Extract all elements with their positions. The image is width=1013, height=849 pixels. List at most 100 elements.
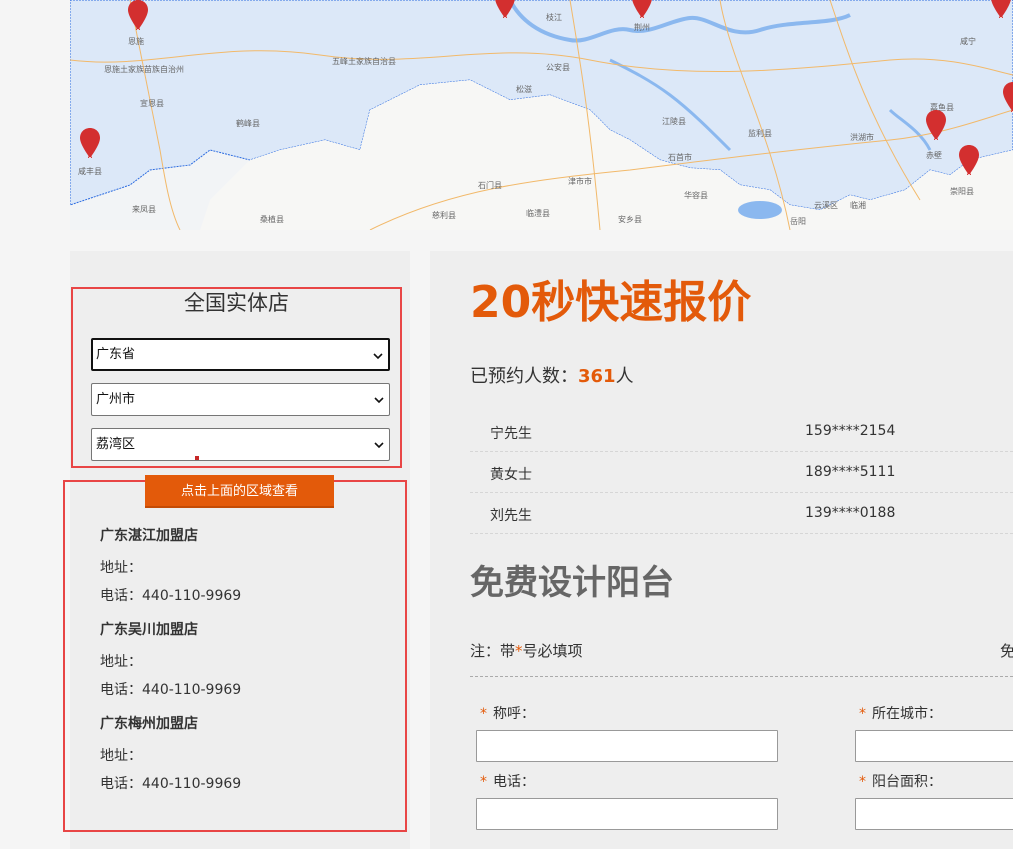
name-input[interactable] bbox=[476, 730, 778, 762]
quote-panel: 20秒快速报价 已预约人数：361人 宁先生 159****2154 黄女士 1… bbox=[430, 251, 1013, 849]
map-pin-icon[interactable] bbox=[80, 128, 100, 158]
map-label: 华容县 bbox=[684, 191, 708, 200]
note-suffix: 号必填项 bbox=[522, 642, 583, 660]
city-label-text: 所在城市： bbox=[872, 706, 942, 722]
store-panel: 全国实体店 广东省 广州市 荔湾区 点击上面的区域查看 广东湛江加盟店 地址： … bbox=[63, 251, 410, 849]
shop-item[interactable]: 广东梅州加盟店 地址： 电话：440-110-9969 bbox=[100, 714, 241, 798]
required-star: * bbox=[480, 774, 487, 790]
shop-address: 地址： bbox=[100, 560, 142, 576]
map-label: 咸宁 bbox=[960, 37, 976, 46]
name-label: * 称呼： bbox=[480, 703, 535, 723]
map-label: 赤壁 bbox=[926, 151, 942, 160]
map-label: 洪湖市 bbox=[850, 133, 874, 142]
map-label: 临湘 bbox=[850, 201, 866, 210]
map-view[interactable]: 恩施 恩施土家族苗族自治州 五峰土家族自治县 宣恩县 鹤峰县 咸丰县 来凤县 桑… bbox=[70, 0, 1013, 230]
map-label: 石首市 bbox=[668, 153, 692, 162]
chevron-down-icon bbox=[373, 353, 383, 360]
map-label: 恩施 bbox=[128, 37, 144, 46]
map-pin-icon[interactable] bbox=[926, 110, 946, 140]
map-pin-icon[interactable] bbox=[128, 0, 148, 30]
note-right: 免 bbox=[1000, 642, 1013, 660]
map-label: 鹤峰县 bbox=[236, 119, 260, 128]
map-terrain bbox=[70, 0, 1013, 230]
quote-title: 20秒快速报价 bbox=[470, 277, 752, 328]
shop-item[interactable]: 广东湛江加盟店 地址： 电话：440-110-9969 bbox=[100, 526, 241, 610]
map-label: 津市市 bbox=[568, 177, 592, 186]
map-label: 枝江 bbox=[546, 13, 562, 22]
map-label: 石门县 bbox=[478, 181, 502, 190]
map-label: 桑植县 bbox=[260, 215, 284, 224]
booking-name: 宁先生 bbox=[490, 426, 532, 442]
view-region-button[interactable]: 点击上面的区域查看 bbox=[145, 475, 334, 508]
map-label: 荆州 bbox=[634, 23, 650, 32]
map-pin-icon[interactable] bbox=[991, 0, 1011, 18]
map-label: 云溪区 bbox=[814, 201, 838, 210]
booked-count: 已预约人数：361人 bbox=[470, 362, 634, 388]
note-prefix: 注：带 bbox=[470, 642, 516, 660]
map-label: 监利县 bbox=[748, 129, 772, 138]
required-star: * bbox=[859, 774, 866, 790]
shop-phone: 电话：440-110-9969 bbox=[100, 682, 242, 698]
map-pin-icon[interactable] bbox=[495, 0, 515, 18]
booking-row: 宁先生 159****2154 bbox=[470, 411, 1013, 452]
district-value: 荔湾区 bbox=[96, 437, 136, 452]
phone-label-text: 电话： bbox=[493, 774, 535, 790]
city-select[interactable]: 广州市 bbox=[91, 383, 390, 416]
map-pin-icon[interactable] bbox=[1003, 82, 1013, 112]
shop-phone: 电话：440-110-9969 bbox=[100, 776, 242, 792]
booked-number: 361 bbox=[578, 366, 616, 387]
chevron-down-icon bbox=[374, 397, 384, 404]
required-note: 注：带*号必填项 bbox=[470, 640, 583, 661]
city-value: 广州市 bbox=[96, 392, 136, 407]
map-label: 咸丰县 bbox=[78, 167, 102, 176]
area-label: * 阳台面积： bbox=[859, 771, 942, 791]
map-label: 江陵县 bbox=[662, 117, 686, 126]
map-label: 来凤县 bbox=[132, 205, 156, 214]
note-star: * bbox=[515, 642, 523, 660]
map-label: 五峰土家族自治县 bbox=[332, 57, 396, 66]
booking-phone: 139****0188 bbox=[805, 505, 896, 521]
store-title: 全国实体店 bbox=[184, 291, 289, 315]
booked-suffix: 人 bbox=[615, 366, 634, 387]
city-label: * 所在城市： bbox=[859, 703, 942, 723]
design-title: 免费设计阳台 bbox=[470, 563, 674, 603]
district-select[interactable]: 荔湾区 bbox=[91, 428, 390, 461]
shop-address: 地址： bbox=[100, 654, 142, 670]
map-label: 松滋 bbox=[516, 85, 532, 94]
booking-name: 刘先生 bbox=[490, 508, 532, 524]
map-pin-icon[interactable] bbox=[959, 145, 979, 175]
map-label: 恩施土家族苗族自治州 bbox=[104, 65, 184, 74]
chevron-down-icon bbox=[374, 442, 384, 449]
shop-item[interactable]: 广东吴川加盟店 地址： 电话：440-110-9969 bbox=[100, 620, 241, 704]
map-label: 安乡县 bbox=[618, 215, 642, 224]
shop-phone: 电话：440-110-9969 bbox=[100, 588, 242, 604]
booking-phone: 189****5111 bbox=[805, 464, 896, 480]
shop-list: 点击上面的区域查看 广东湛江加盟店 地址： 电话：440-110-9969 广东… bbox=[63, 475, 407, 832]
province-select[interactable]: 广东省 bbox=[91, 338, 390, 371]
map-label: 岳阳 bbox=[790, 217, 806, 226]
map-label: 宣恩县 bbox=[140, 99, 164, 108]
store-locator: 全国实体店 广东省 广州市 荔湾区 bbox=[71, 287, 402, 468]
city-input[interactable] bbox=[855, 730, 1013, 762]
divider bbox=[470, 676, 1013, 677]
shop-name: 广东湛江加盟店 bbox=[100, 528, 198, 544]
booking-list: 宁先生 159****2154 黄女士 189****5111 刘先生 139*… bbox=[470, 411, 1013, 534]
booking-phone: 159****2154 bbox=[805, 423, 896, 439]
booking-row: 黄女士 189****5111 bbox=[470, 452, 1013, 493]
shop-name: 广东吴川加盟店 bbox=[100, 622, 198, 638]
booking-row: 刘先生 139****0188 bbox=[470, 493, 1013, 534]
required-star: * bbox=[480, 706, 487, 722]
name-label-text: 称呼： bbox=[493, 706, 535, 722]
province-value: 广东省 bbox=[96, 347, 136, 362]
map-label: 公安县 bbox=[546, 63, 570, 72]
phone-label: * 电话： bbox=[480, 771, 535, 791]
phone-input[interactable] bbox=[476, 798, 778, 830]
shop-name: 广东梅州加盟店 bbox=[100, 716, 198, 732]
map-pin-icon[interactable] bbox=[632, 0, 652, 18]
booked-prefix: 已预约人数： bbox=[470, 366, 578, 387]
required-star: * bbox=[859, 706, 866, 722]
map-label: 慈利县 bbox=[432, 211, 456, 220]
area-input[interactable] bbox=[855, 798, 1013, 830]
area-label-text: 阳台面积： bbox=[872, 774, 942, 790]
cursor-dot bbox=[195, 456, 199, 460]
